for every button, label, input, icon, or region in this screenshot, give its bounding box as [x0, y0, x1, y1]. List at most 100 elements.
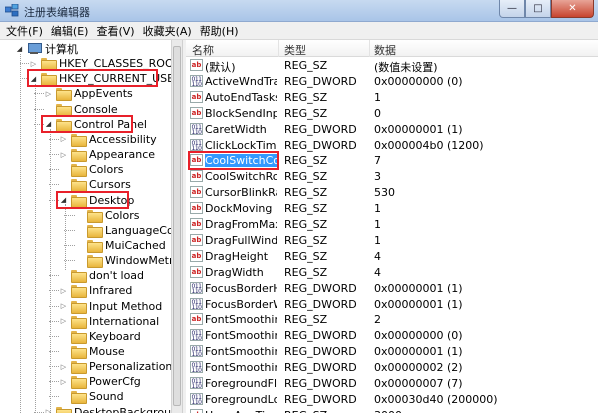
tree-node[interactable]: Colors	[75, 208, 139, 223]
tree-node[interactable]: LanguageConfig	[75, 223, 171, 238]
menu-item[interactable]: 编辑(E)	[47, 23, 93, 39]
value-type: REG_DWORD	[284, 74, 357, 88]
tree-node[interactable]: ◢ 计算机	[15, 41, 78, 56]
tree-node[interactable]: ▷ DesktopBackground	[44, 405, 171, 413]
tree-node[interactable]: ▷ Input Method	[59, 299, 162, 314]
list-item[interactable]: 011110FontSmoothin... REG_DWORD 0x00000002…	[186, 360, 598, 375]
value-name: HungAppTime...	[205, 409, 277, 413]
column-divider[interactable]	[369, 40, 370, 57]
list-item[interactable]: abBlockSendInpu... REG_SZ 0	[186, 106, 598, 121]
tree-node[interactable]: ▷ Accessibility	[59, 132, 157, 147]
list-item[interactable]: ab DragHeight REG_SZ 4	[186, 249, 598, 264]
list-item[interactable]: 011110ActiveWndTrac... REG_DWORD 0x0000000…	[186, 74, 598, 89]
tree-node-label: Keyboard	[89, 329, 141, 343]
minimize-button[interactable]: —	[499, 0, 525, 18]
value-data: 2	[374, 313, 381, 327]
folder-icon	[41, 58, 57, 72]
list-item[interactable]: abHungAppTime... REG_SZ 3000	[186, 408, 598, 413]
tree-node[interactable]: ▷ Infrared	[59, 283, 132, 299]
list-item[interactable]: 011 110 ClickLockTime REG_DWORD 0x000004b0 (…	[186, 138, 598, 153]
tree-node[interactable]: ▷ International	[59, 314, 159, 329]
tree-scrollbar-thumb[interactable]	[173, 46, 181, 406]
list-item[interactable]: 011110ForegroundLo... REG_DWORD 0x00030d40…	[186, 392, 598, 407]
tree-node[interactable]: Sound	[59, 389, 124, 405]
list-item[interactable]: abDragFullWindo... REG_SZ 1	[186, 233, 598, 248]
list-item[interactable]: ab (默认) REG_SZ (数值未设置)	[186, 58, 598, 74]
list-item[interactable]: 011110ForegroundFla... REG_DWORD 0x0000000…	[186, 376, 598, 391]
value-data: (数值未设置)	[374, 61, 438, 74]
folder-icon	[71, 164, 87, 178]
menu-item[interactable]: 文件(F)	[2, 23, 47, 39]
list-item[interactable]: ab DragWidth REG_SZ 4	[186, 265, 598, 280]
tree-node[interactable]: ▷ Appearance	[59, 147, 155, 163]
list-item[interactable]: abCoolSwitchRows REG_SZ 3	[186, 169, 598, 184]
expand-arrow-icon[interactable]: ▷	[59, 135, 68, 144]
tree-node[interactable]: ▷ Personalization	[59, 359, 171, 375]
folder-icon	[71, 346, 87, 359]
title-bar[interactable]: 注册表编辑器 — □ ✕	[0, 0, 598, 22]
expand-arrow-icon[interactable]: ▷	[59, 286, 68, 295]
list-item[interactable]: 011110FocusBorderW... REG_DWORD 0x00000001…	[186, 297, 598, 312]
list-item[interactable]: abDragFromMaxi... REG_SZ 1	[186, 217, 598, 232]
list-item[interactable]: 011110FocusBorderH... REG_DWORD 0x00000001…	[186, 281, 598, 296]
list-item[interactable]: ab DockMoving REG_SZ 1	[186, 201, 598, 216]
list-item[interactable]: abFontSmoothing REG_SZ 2	[186, 312, 598, 327]
computer-icon	[27, 42, 42, 55]
expand-arrow-icon[interactable]: ▷	[59, 302, 68, 311]
arrow-spacer	[59, 165, 68, 174]
list-item[interactable]: 011110FontSmoothin... REG_DWORD 0x00000001…	[186, 344, 598, 359]
tree-node[interactable]: ▷ PowerCfg	[59, 374, 141, 390]
value-data: 7	[374, 154, 381, 168]
binary-value-icon: 011 110	[190, 122, 203, 136]
arrow-spacer	[75, 226, 84, 235]
column-header-type[interactable]: 类型	[284, 42, 306, 58]
binary-value-icon: 011 110	[190, 345, 203, 359]
value-data: 0x00000001 (1)	[374, 297, 463, 311]
registry-tree[interactable]: ◢ 计算机 ▷ HKEY_CLASSES_ROOT ◢ HKEY_CURRENT_USER…	[0, 40, 171, 413]
tree-node[interactable]: Colors	[59, 162, 123, 178]
expand-arrow-icon[interactable]: ▷	[59, 362, 68, 371]
maximize-button[interactable]: □	[525, 0, 551, 18]
tree-node[interactable]: Mouse	[59, 344, 125, 359]
list-item[interactable]: ab AutoEndTasks REG_SZ 1	[186, 90, 598, 105]
value-type: REG_SZ	[284, 249, 328, 263]
list-item[interactable]: 011110FontSmoothin... REG_DWORD 0x00000000…	[186, 328, 598, 343]
column-header-data[interactable]: 数据	[374, 42, 396, 58]
tree-scrollbar[interactable]	[171, 40, 182, 413]
registry-editor-icon	[5, 4, 19, 17]
tree-node-label: DesktopBackground	[74, 405, 171, 413]
expand-arrow-icon[interactable]: ▷	[29, 59, 38, 68]
value-type: REG_DWORD	[284, 138, 357, 152]
highlight-box	[27, 69, 158, 88]
expand-arrow-icon[interactable]: ▷	[44, 89, 53, 98]
tree-node[interactable]: don't load	[59, 268, 144, 284]
column-header-name[interactable]: 名称	[192, 42, 214, 58]
expand-arrow-icon[interactable]: ▷	[59, 377, 68, 386]
values-list[interactable]: 名称 类型 数据 ab (默认) REG_SZ (数值未设置) 011 110 Active…	[186, 40, 598, 413]
expand-arrow-icon[interactable]: ▷	[59, 317, 68, 326]
tree-node-label: International	[89, 314, 160, 328]
tree-node[interactable]: WindowMetrics	[75, 253, 171, 269]
window-title: 注册表编辑器	[24, 6, 90, 19]
list-item[interactable]: 011 110 CaretWidth REG_DWORD 0x00000001 (1)	[186, 122, 598, 137]
list-item[interactable]: abCursorBlinkRate REG_SZ 530	[186, 185, 598, 200]
value-type: REG_DWORD	[284, 392, 357, 406]
menu-item[interactable]: 帮助(H)	[196, 23, 243, 39]
value-data: 1	[374, 233, 381, 247]
menu-item[interactable]: 查看(V)	[92, 23, 138, 39]
collapse-arrow-icon[interactable]: ◢	[15, 44, 24, 53]
tree-node-label: WindowMetrics	[105, 254, 171, 268]
tree-node[interactable]: ▷ AppEvents	[44, 86, 133, 102]
close-button[interactable]: ✕	[551, 0, 594, 18]
column-divider[interactable]	[278, 40, 279, 57]
binary-value-icon: 011 110	[190, 297, 203, 311]
expand-arrow-icon[interactable]: ▷	[44, 408, 53, 413]
folder-icon	[71, 315, 87, 329]
value-name: FontSmoothin...	[205, 345, 277, 359]
tree-node[interactable]: MuiCached	[75, 238, 166, 253]
value-type: REG_SZ	[284, 154, 328, 168]
tree-node-label: Mouse	[89, 345, 125, 358]
menu-item[interactable]: 收藏夹(A)	[139, 23, 196, 39]
tree-node[interactable]: Keyboard	[59, 329, 141, 344]
expand-arrow-icon[interactable]: ▷	[59, 150, 68, 159]
